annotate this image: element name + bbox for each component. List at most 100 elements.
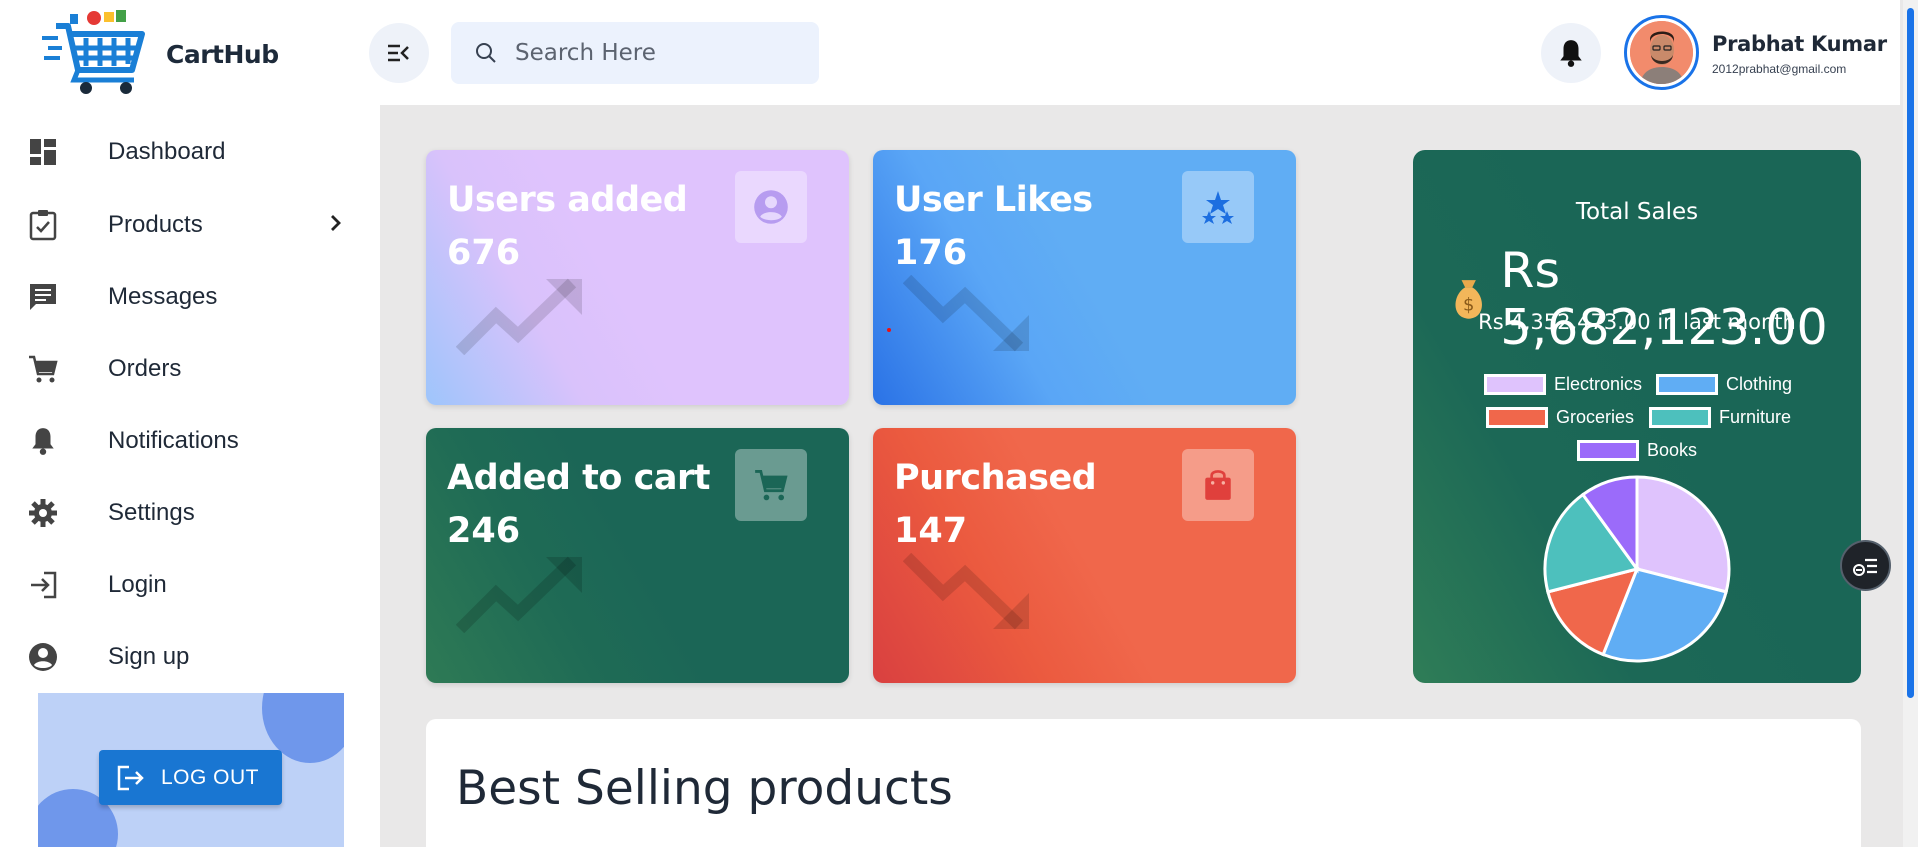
page-scrollbar[interactable] — [1903, 0, 1918, 847]
legend-item-groceries[interactable]: Groceries — [1486, 407, 1634, 428]
card-value: 676 — [447, 233, 521, 273]
carthub-logo[interactable] — [42, 8, 157, 98]
message-icon — [27, 281, 59, 313]
legend-item-clothing[interactable]: Clothing — [1656, 374, 1792, 395]
brand-name: CartHub — [166, 40, 279, 69]
card-title: Purchased — [894, 458, 1097, 498]
card-value: 246 — [447, 511, 521, 551]
legend-swatch — [1656, 374, 1718, 395]
stat-card-users-added[interactable]: Users added 676 — [426, 150, 849, 405]
stars-icon — [1202, 191, 1234, 224]
sidebar-item-label: Messages — [108, 283, 218, 310]
legend-label: Groceries — [1556, 407, 1635, 427]
stat-card-added-to-cart[interactable]: Added to cart 246 — [426, 428, 849, 683]
scrollbar-thumb[interactable] — [1907, 8, 1914, 698]
sidebar-item-orders[interactable]: Orders — [0, 339, 380, 399]
avatar-image — [1630, 21, 1693, 84]
trending-up-icon — [456, 278, 582, 355]
trending-down-icon — [903, 553, 1029, 630]
legend-label: Furniture — [1719, 407, 1792, 427]
sales-amount: Rs 5,682,123.00 — [1500, 242, 1828, 356]
floating-action-button[interactable] — [1840, 540, 1891, 591]
sidebar-item-label: Sign up — [108, 643, 190, 670]
legend-swatch — [1577, 440, 1639, 461]
legend-swatch — [1486, 407, 1548, 428]
card-icon-box — [1182, 449, 1254, 521]
card-icon-box — [735, 171, 807, 243]
sidebar-item-label: Dashboard — [108, 138, 226, 165]
logout-label: LOG OUT — [161, 765, 260, 789]
bell-icon — [1560, 40, 1582, 67]
menu-toggle-button[interactable] — [369, 23, 429, 83]
sidebar-item-notifications[interactable]: Notifications — [0, 411, 380, 471]
dashboard-app: CartHub Search Here Prabhat Kumar 2012pr… — [0, 0, 1918, 847]
list-icon — [1852, 558, 1877, 576]
stat-card-purchased[interactable]: Purchased 147 — [873, 428, 1296, 683]
trending-down-icon — [903, 275, 1029, 352]
search-input[interactable] — [515, 40, 805, 66]
legend-swatch — [1484, 374, 1546, 395]
gear-icon — [27, 497, 59, 529]
legend-item-furniture[interactable]: Furniture — [1649, 407, 1791, 428]
sidebar-item-dashboard[interactable]: Dashboard — [0, 122, 380, 182]
shopping-bag-icon — [1205, 470, 1231, 500]
logout-icon — [117, 765, 144, 790]
card-value: 176 — [894, 233, 968, 273]
best-selling-section: Best Selling products — [426, 719, 1861, 847]
sales-last-month: Rs 4,352,473.00 in last month — [1478, 310, 1796, 334]
stat-card-user-likes[interactable]: User Likes 176 — [873, 150, 1296, 405]
logout-button[interactable]: LOG OUT — [99, 750, 282, 805]
trending-up-icon — [456, 556, 582, 633]
logout-card: LOG OUT — [38, 693, 344, 847]
notifications-button[interactable] — [1541, 23, 1601, 83]
legend-item-electronics[interactable]: Electronics — [1484, 374, 1642, 395]
account-circle-icon — [754, 190, 788, 224]
chevron-right-icon[interactable] — [328, 213, 344, 238]
card-title: Added to cart — [447, 458, 711, 498]
legend-label: Clothing — [1726, 374, 1793, 394]
user-name: Prabhat Kumar — [1712, 32, 1887, 56]
card-value: 147 — [894, 511, 968, 551]
sales-title: Total Sales — [1575, 199, 1699, 225]
legend-label: Books — [1647, 440, 1698, 460]
pie-slice-groceries[interactable] — [1546, 566, 1640, 657]
search-icon — [476, 43, 496, 63]
sidebar-item-label: Products — [108, 211, 203, 238]
legend-item-books[interactable]: Books — [1577, 440, 1697, 461]
menu-open-icon — [388, 44, 409, 62]
total-sales-card: Total Sales $ Rs 5,682,123.00 Rs 4,352,4… — [1413, 150, 1861, 683]
sidebar-item-settings[interactable]: Settings — [0, 483, 380, 543]
sidebar-item-products[interactable]: Products — [0, 195, 380, 255]
sidebar-item-label: Settings — [108, 499, 195, 526]
cart-icon — [27, 353, 59, 385]
pie-slice-books[interactable] — [1580, 475, 1639, 574]
top-header: CartHub Search Here Prabhat Kumar 2012pr… — [0, 0, 1900, 105]
sidebar-item-label: Notifications — [108, 427, 239, 454]
pie-slice-electronics[interactable] — [1635, 475, 1731, 594]
dashboard-icon — [27, 136, 59, 168]
user-email: 2012prabhat@gmail.com — [1712, 62, 1847, 76]
sidebar-item-signup[interactable]: Sign up — [0, 627, 380, 687]
sidebar-item-messages[interactable]: Messages — [0, 267, 380, 327]
section-title: Best Selling products — [456, 761, 953, 816]
pie-slice-furniture[interactable] — [1543, 492, 1640, 594]
bell-icon — [27, 425, 59, 457]
sales-amount-row: $ Rs 5,682,123.00 — [1449, 242, 1861, 356]
sidebar-item-label: Login — [108, 571, 167, 598]
sidebar-item-login[interactable]: Login — [0, 555, 380, 615]
card-title: Users added — [447, 180, 688, 220]
legend-label: Electronics — [1554, 374, 1643, 394]
card-icon-box — [1182, 171, 1254, 243]
user-avatar[interactable] — [1624, 15, 1699, 90]
cart-icon — [755, 469, 788, 501]
pie-slice-clothing[interactable] — [1601, 567, 1728, 663]
sidebar: Dashboard Products Messages Orders Notif… — [0, 105, 380, 847]
search-box[interactable] — [451, 22, 819, 84]
login-icon — [27, 569, 59, 601]
account-circle-icon — [27, 641, 59, 673]
sidebar-item-label: Orders — [108, 355, 182, 382]
sales-pie-chart — [1543, 475, 1731, 663]
card-title: User Likes — [894, 180, 1093, 220]
legend-swatch — [1649, 407, 1711, 428]
cursor-dot — [887, 328, 891, 332]
